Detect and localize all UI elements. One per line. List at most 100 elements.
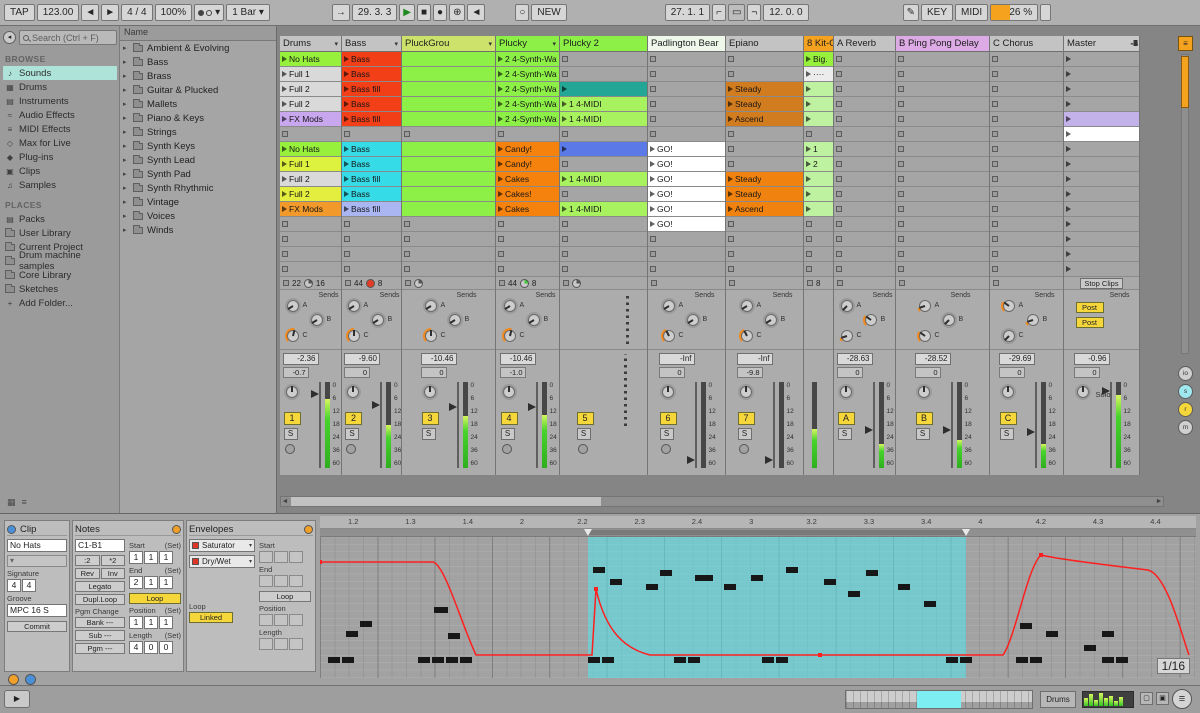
clip-slot-empty[interactable] [896,142,989,157]
clip-play-icon[interactable] [728,101,733,107]
clip-slot-empty[interactable] [990,247,1063,262]
clip-stop-button[interactable] [898,86,904,92]
clip-stop-button[interactable] [806,266,812,272]
track-header-8-kit-c[interactable]: 8 Kit-C [804,36,833,52]
clip-stop-button[interactable] [898,56,904,62]
clip-slot-empty[interactable] [496,232,559,247]
loop-region[interactable] [588,530,966,535]
sidebar-item-max-for-live[interactable]: ◇Max for Live [3,136,117,150]
clip-slot-empty[interactable] [834,202,895,217]
solo-button[interactable]: S [501,428,515,440]
clip-play-icon[interactable] [282,161,287,167]
clip-slot-empty[interactable] [834,82,895,97]
clip-slot[interactable] [402,172,495,187]
track-header-drums[interactable]: Drums▾ [280,36,341,52]
clip-play-icon[interactable] [282,101,287,107]
scene-slot[interactable]: 4 [1064,97,1139,112]
browser-folder-row[interactable]: ▸Brass [120,69,276,83]
arm-button[interactable] [346,444,356,454]
clip-stop-button[interactable] [898,176,904,182]
clip-play-icon[interactable] [282,191,287,197]
scene-slot[interactable]: -9 [1064,262,1139,277]
clip-slot[interactable]: Bass fill [342,202,401,217]
volume-fader-track[interactable] [319,382,321,468]
clip-stop-button[interactable] [836,71,842,77]
clip-play-icon[interactable] [498,176,503,182]
loop-length-beats[interactable]: 0 [144,641,158,654]
clip-slot[interactable] [560,142,647,157]
clip-play-icon[interactable] [728,191,733,197]
clip-slot-empty[interactable] [834,172,895,187]
volume-value-field[interactable]: -10.46 [421,353,457,365]
scene-slot[interactable]: 1 [1064,52,1139,67]
clip-slot-empty[interactable] [896,112,989,127]
clip-stop-button[interactable] [282,251,288,257]
clip-play-icon[interactable] [728,116,733,122]
clip-slot[interactable] [402,52,495,67]
clip-stop-button[interactable] [806,131,812,137]
solo-button[interactable]: S [577,428,591,440]
track-activator-button[interactable]: 4 [501,412,518,425]
sidebar-item-samples[interactable]: ♫Samples [3,178,117,192]
clip-slot[interactable]: Bass [342,97,401,112]
clip-slot-empty[interactable] [834,127,895,142]
clip-slot[interactable]: FX Mods [280,112,341,127]
overview-toggle-icon[interactable]: ≡ [1178,36,1193,51]
send-knob-b[interactable] [941,312,957,328]
places-item-sketches[interactable]: Sketches [3,282,117,296]
clip-slot-empty[interactable] [342,127,401,142]
clip-stop-button[interactable] [404,266,410,272]
clip-slot-empty[interactable] [990,172,1063,187]
clip-play-icon[interactable] [344,101,349,107]
clip-slot-empty[interactable] [648,67,725,82]
clip-slot-empty[interactable] [834,217,895,232]
clip-slot[interactable]: Full 2 [280,172,341,187]
preview-play-button[interactable]: ▶ [4,690,30,708]
clip-play-icon[interactable] [344,161,349,167]
groove-chooser[interactable]: MPC 16 S [7,604,67,617]
send-knob-b[interactable] [526,312,542,328]
clip-slot-empty[interactable] [726,127,803,142]
clip-stop-button[interactable] [404,251,410,257]
clip-stop-button[interactable] [898,251,904,257]
clip-play-icon[interactable] [282,206,287,212]
scene-play-icon[interactable] [1066,206,1071,212]
track-header-bass[interactable]: Bass▾ [342,36,401,52]
sub-bank-chooser[interactable]: Sub --- [75,630,125,641]
clip-play-icon[interactable] [728,86,733,92]
clip-start-sixteenths[interactable]: 1 [159,551,173,564]
clip-slot[interactable]: 2 4-Synth-Water [496,52,559,67]
clip-slot[interactable] [804,172,833,187]
track-activator-button[interactable]: C [1000,412,1017,425]
browser-folder-row[interactable]: ▸Synth Pad [120,167,276,181]
scene-slot[interactable]: -5 [1064,202,1139,217]
clip-stop-button[interactable] [898,236,904,242]
clip-slot-empty[interactable] [990,262,1063,277]
clip-slot[interactable]: Bass [342,142,401,157]
clip-stop-button[interactable] [650,101,656,107]
clip-slot-empty[interactable] [560,232,647,247]
clip-play-icon[interactable] [562,146,567,152]
send-knob-b[interactable] [447,312,463,328]
clip-slot-empty[interactable] [834,187,895,202]
scene-play-icon[interactable] [1066,101,1071,107]
track-header-padlington-bear[interactable]: Padlington Bear [648,36,725,52]
scene-slot[interactable]: 2 [1064,67,1139,82]
track-delay-field[interactable]: 0 [659,367,685,378]
solo-button[interactable]: S [284,428,298,440]
pan-knob[interactable] [660,384,676,400]
clip-color-chooser[interactable]: ▾ [7,555,67,567]
clip-stop-button[interactable] [992,131,998,137]
nudge-down-button[interactable]: ◄ [81,4,99,21]
follow-button[interactable]: → [332,4,350,21]
browser-folder-row[interactable]: ▸Bass [120,55,276,69]
midi-map-button[interactable]: MIDI [955,4,988,21]
clip-slot[interactable]: Candy! [496,157,559,172]
send-knob-b[interactable] [863,312,879,328]
clip-slot[interactable]: Bass fill [342,172,401,187]
clip-stop-button[interactable] [562,191,568,197]
horizontal-scrollbar-thumb[interactable] [291,497,601,506]
clip-play-icon[interactable] [344,56,349,62]
clip-slot[interactable]: Full 1 [280,157,341,172]
clip-play-icon[interactable] [650,161,655,167]
